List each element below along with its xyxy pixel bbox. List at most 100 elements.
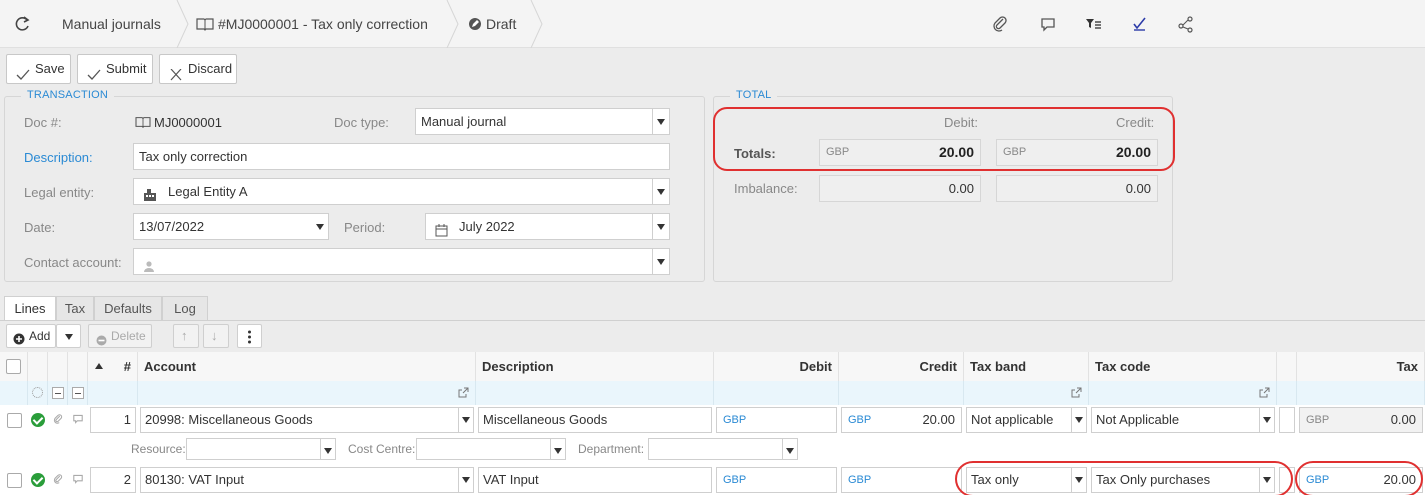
breadcrumb: Manual journals #MJ0000001 - Tax only co… <box>0 0 1425 48</box>
header-credit[interactable]: Credit <box>839 352 964 381</box>
cost-centre-select[interactable] <box>416 438 566 460</box>
breadcrumb-manual-journals[interactable]: Manual journals <box>62 0 161 48</box>
chevron-down-icon[interactable] <box>653 214 669 239</box>
header-debit[interactable]: Debit <box>714 352 839 381</box>
refresh-icon[interactable] <box>12 14 32 34</box>
comment-icon[interactable] <box>1038 14 1058 34</box>
filter-credit[interactable] <box>839 381 964 405</box>
account-value: 80130: VAT Input <box>145 472 245 487</box>
account-select[interactable]: 80130: VAT Input <box>140 467 474 493</box>
move-down-button[interactable]: ↓ <box>203 324 229 348</box>
status-filter-icon[interactable] <box>32 387 43 398</box>
submit-button[interactable]: Submit <box>77 54 153 84</box>
minus-circle-icon <box>96 331 107 346</box>
header-account[interactable]: Account <box>138 352 476 381</box>
delete-line-button[interactable]: Delete <box>88 324 152 348</box>
description-input[interactable]: VAT Input <box>478 467 712 493</box>
account-select[interactable]: 20998: Miscellaneous Goods <box>140 407 474 433</box>
header-tax[interactable]: Tax <box>1297 352 1425 381</box>
chevron-down-icon[interactable] <box>312 214 328 239</box>
chevron-down-icon[interactable] <box>551 439 565 459</box>
calendar-icon <box>435 220 448 237</box>
move-up-button[interactable]: ↑ <box>173 324 199 348</box>
tab-tax[interactable]: Tax <box>56 296 94 320</box>
save-button[interactable]: Save <box>6 54 71 84</box>
external-link-icon[interactable] <box>1071 386 1082 398</box>
row-checkbox[interactable] <box>7 473 22 488</box>
row-checkbox[interactable] <box>7 413 22 428</box>
valid-status-icon <box>31 473 45 487</box>
department-select[interactable] <box>648 438 798 460</box>
tab-defaults[interactable]: Defaults <box>94 296 162 320</box>
comment-icon[interactable] <box>72 413 84 425</box>
collapse-icon[interactable] <box>52 387 64 399</box>
credit-input[interactable]: GBP <box>841 467 962 493</box>
comment-icon[interactable] <box>72 473 84 485</box>
header-tax-band[interactable]: Tax band <box>964 352 1089 381</box>
filter-list-icon[interactable] <box>1084 14 1104 34</box>
header-comment <box>68 352 88 381</box>
credit-input[interactable]: GBP 20.00 <box>841 407 962 433</box>
currency-code: GBP <box>1306 414 1330 426</box>
chevron-down-icon[interactable] <box>459 468 473 492</box>
doc-number-value: MJ0000001 <box>154 115 222 130</box>
attachment-icon[interactable] <box>990 14 1010 34</box>
date-picker[interactable]: 13/07/2022 <box>133 213 329 240</box>
attachment-icon[interactable] <box>52 413 64 425</box>
chevron-down-icon[interactable] <box>321 439 335 459</box>
contact-account-select[interactable] <box>133 248 670 275</box>
discard-label: Discard <box>188 61 233 76</box>
approval-check-icon[interactable] <box>1130 14 1150 34</box>
total-legend: TOTAL <box>730 89 778 101</box>
filter-description[interactable] <box>476 381 714 405</box>
doc-type-select[interactable]: Manual journal <box>415 108 670 135</box>
debit-input[interactable]: GBP <box>716 407 837 433</box>
tab-lines[interactable]: Lines <box>4 296 56 321</box>
description-input[interactable]: Tax only correction <box>133 143 670 170</box>
tax-code-select[interactable]: Not Applicable <box>1091 407 1275 433</box>
legal-entity-select[interactable]: Legal Entity A <box>133 178 670 205</box>
description-input[interactable]: Miscellaneous Goods <box>478 407 712 433</box>
filter-debit[interactable] <box>714 381 839 405</box>
share-icon[interactable] <box>1176 14 1196 34</box>
chevron-down-icon[interactable] <box>653 249 669 274</box>
select-all-checkbox[interactable] <box>6 359 21 374</box>
attachment-icon[interactable] <box>52 473 64 485</box>
breadcrumb-document[interactable]: #MJ0000001 - Tax only correction <box>218 0 428 48</box>
header-description[interactable]: Description <box>476 352 714 381</box>
chevron-down-icon[interactable] <box>459 408 473 432</box>
debit-input[interactable]: GBP <box>716 467 837 493</box>
account-value: 20998: Miscellaneous Goods <box>145 412 313 427</box>
external-link-icon[interactable] <box>1259 386 1270 398</box>
vertical-dots-icon <box>248 329 251 344</box>
filter-tax-code[interactable] <box>1089 381 1277 405</box>
highlight-annotation <box>1295 461 1423 495</box>
tax-amount-field: GBP 0.00 <box>1299 407 1423 433</box>
discard-button[interactable]: Discard <box>159 54 237 84</box>
table-row: 1 20998: Miscellaneous Goods Miscellaneo… <box>0 406 1425 434</box>
chevron-down-icon[interactable] <box>783 439 797 459</box>
more-options-button[interactable] <box>237 324 262 348</box>
header-num[interactable]: # <box>88 352 138 381</box>
chevron-down-icon[interactable] <box>653 179 669 204</box>
period-select[interactable]: July 2022 <box>425 213 670 240</box>
add-options-dropdown[interactable] <box>56 324 81 348</box>
filter-account[interactable] <box>138 381 476 405</box>
chevron-down-icon[interactable] <box>1072 408 1086 432</box>
add-line-button[interactable]: Add <box>6 324 56 348</box>
header-tax-code[interactable]: Tax code <box>1089 352 1277 381</box>
chevron-down-icon <box>65 334 73 340</box>
imbalance-credit-value: 0.00 <box>1125 181 1151 196</box>
resource-select[interactable] <box>186 438 336 460</box>
filter-tax-band[interactable] <box>964 381 1089 405</box>
tax-band-select[interactable]: Not applicable <box>966 407 1087 433</box>
collapse-icon[interactable] <box>72 387 84 399</box>
chevron-down-icon[interactable] <box>653 109 669 134</box>
tax-override-cell[interactable] <box>1279 407 1295 433</box>
external-link-icon[interactable] <box>458 386 469 398</box>
filter-tax[interactable] <box>1297 381 1425 405</box>
imbalance-credit-field: 0.00 <box>996 175 1158 202</box>
chevron-down-icon[interactable] <box>1260 408 1274 432</box>
tab-log[interactable]: Log <box>162 296 208 320</box>
date-value: 13/07/2022 <box>139 219 205 234</box>
